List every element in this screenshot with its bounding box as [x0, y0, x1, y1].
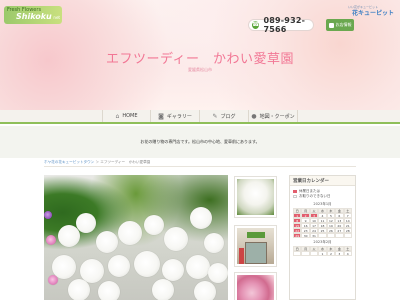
business-calendar: 営業日カレンダー 休業日または お取りのできない日 2023年1月日月火水木金土… — [289, 175, 356, 300]
store-banner — [239, 248, 244, 264]
main-photo[interactable] — [44, 175, 228, 300]
calendar-day — [301, 251, 310, 256]
orchid-flower — [144, 215, 164, 235]
nav-item-label: 地図・クーポン — [259, 113, 295, 120]
nav-item-label: ギャラリー — [166, 113, 192, 120]
calendar-week-row: 29 30 31 — [293, 233, 352, 238]
divider — [44, 166, 356, 167]
nav-item-label: ブログ — [220, 113, 236, 120]
intro-text: お花の贈り物の専門店です。松山市の中心地、愛車前にあります。 — [140, 139, 260, 144]
breadcrumb-current: エフツーディー かわい愛草園 — [100, 160, 151, 164]
pink-orchid-flower — [46, 235, 56, 245]
calendar-day — [335, 233, 344, 238]
thumbnail-image — [237, 228, 274, 264]
calendar-day: 3 — [335, 251, 344, 256]
hanacupid-brand: 花キューピット — [351, 10, 394, 17]
map-pin-icon: ● — [251, 112, 257, 120]
orchid-flower — [68, 279, 90, 300]
shop-location: 愛媛県松山市 — [188, 67, 212, 72]
legend-swatch — [293, 190, 297, 193]
orchid-flower — [98, 281, 120, 300]
gallery-thumbnail[interactable] — [234, 176, 277, 218]
calendar-day: 31 — [309, 233, 319, 238]
page: Fresh Flowers Shikoku net いい花がキューピット 花キュ… — [0, 0, 400, 300]
nav-item-map[interactable]: ● 地図・クーポン — [249, 110, 298, 122]
calendar-day: 4 — [343, 251, 352, 256]
calendar-legend: 休業日または お取りのできない日 — [290, 186, 355, 200]
calendar-title: 営業日カレンダー — [290, 176, 355, 186]
legend-row: お取りのできない日 — [293, 194, 352, 199]
main-nav: ⌂ HOME ◙ ギャラリー ✎ ブログ ● 地図・クーポン — [0, 110, 400, 124]
gallery-thumbnail[interactable] — [234, 272, 277, 300]
shop-info-button[interactable]: お店情報 — [326, 19, 354, 31]
hanacupid-logo[interactable]: いい花がキューピット 花キューピット — [336, 4, 394, 18]
legend-label: お取りのできない日 — [299, 194, 331, 198]
calendar-day — [326, 233, 336, 238]
purple-orchid-flower — [44, 211, 52, 219]
calendar-day — [293, 251, 302, 256]
logo-suffix: net — [53, 15, 60, 20]
orchid-flower — [204, 233, 224, 253]
thumbnail-image — [237, 275, 274, 300]
pen-icon: ✎ — [212, 112, 218, 120]
calendar-month: 2023年2月日月火水木金土 1 2 3 4 — [293, 240, 352, 256]
orchid-flower — [134, 251, 160, 277]
calendar-day — [318, 233, 327, 238]
orchid-flower — [194, 281, 216, 300]
shop-info-label: お店情報 — [335, 22, 352, 27]
calendar-month: 2023年1月日月火水木金土 1 2 3 4 5 6 7 8 9 10 11 12 13 14 15 16 17 1… — [293, 202, 352, 238]
nav-item-home[interactable]: ⌂ HOME — [102, 110, 151, 122]
intro-section: お花の贈り物の専門店です。松山市の中心地、愛車前にあります。 — [0, 126, 400, 158]
orchid-flower — [108, 255, 130, 277]
store-door — [245, 242, 267, 264]
home-icon: ⌂ — [115, 112, 120, 120]
nav-item-label: HOME — [122, 113, 138, 119]
shop-name: エフツーディー かわい愛草園 — [105, 52, 295, 67]
phone-button[interactable]: ☎ 089-932-7566 — [248, 16, 314, 34]
orchid-flower — [162, 259, 184, 281]
calendar-month-caption: 2023年1月 — [313, 202, 332, 206]
orchid-flower — [208, 263, 228, 283]
calendar-day — [343, 233, 352, 238]
calendar-week-row: 1234 — [293, 251, 352, 256]
shop-icon — [328, 22, 334, 28]
orchid-flower — [186, 255, 210, 279]
orchid-flower — [164, 227, 188, 251]
store-sign — [247, 232, 265, 238]
logo-brand: Shikoku — [16, 12, 52, 21]
phone-icon: ☎ — [252, 21, 260, 29]
calendar-day: 29 — [293, 233, 302, 238]
nav-item-blog[interactable]: ✎ ブログ — [200, 110, 249, 122]
calendar-day: 2 — [326, 251, 336, 256]
orchid-flower — [76, 213, 96, 233]
pink-orchid-flower — [48, 275, 58, 285]
camera-icon: ◙ — [158, 112, 164, 120]
breadcrumb: ホヤ花の花キューピットタウン ＞ エフツーディー かわい愛草園 — [44, 160, 150, 165]
calendar-day: 30 — [301, 233, 310, 238]
orchid-flower — [96, 231, 118, 253]
calendar-month-caption: 2023年2月 — [313, 240, 332, 244]
thumbnail-image — [237, 179, 274, 215]
orchid-flower — [190, 207, 212, 229]
site-logo[interactable]: Fresh Flowers Shikoku net — [4, 6, 62, 24]
nav-item-gallery[interactable]: ◙ ギャラリー — [151, 110, 200, 122]
legend-swatch — [293, 195, 297, 198]
calendar-day — [309, 251, 319, 256]
header-banner: Fresh Flowers Shikoku net いい花がキューピット 花キュ… — [0, 0, 400, 110]
gallery-thumbnail[interactable] — [234, 225, 277, 267]
phone-number: 089-932-7566 — [263, 16, 306, 34]
orchid-flower — [118, 221, 142, 245]
breadcrumb-link[interactable]: ホヤ花の花キューピットタウン — [44, 160, 94, 164]
orchid-flower — [152, 279, 174, 300]
calendar-months: 2023年1月日月火水木金土 1 2 3 4 5 6 7 8 9 10 11 12 13 14 15 16 17 1… — [290, 202, 355, 256]
calendar-day: 1 — [318, 251, 327, 256]
breadcrumb-separator: ＞ — [95, 160, 100, 164]
